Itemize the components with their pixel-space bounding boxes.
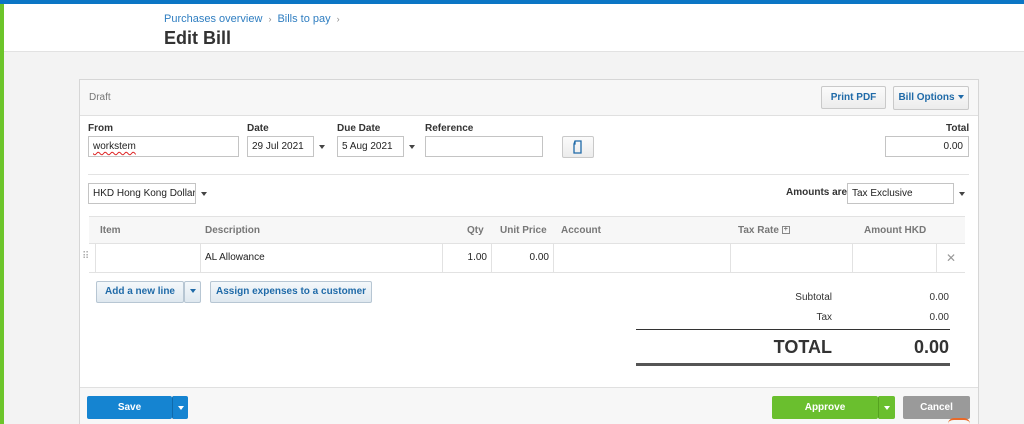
unit-price-cell[interactable]: 0.00: [491, 244, 553, 272]
tax-rate-header-label: Tax Rate: [738, 225, 779, 236]
breadcrumb-bills-to-pay[interactable]: Bills to pay: [277, 13, 330, 25]
from-value: workstem: [93, 141, 136, 152]
save-button[interactable]: Save: [87, 396, 172, 419]
column-header-account: Account: [561, 225, 601, 236]
attach-file-button[interactable]: [562, 136, 594, 158]
add-new-line-button[interactable]: Add a new line: [96, 281, 184, 303]
total-label: Total: [946, 123, 970, 134]
status-bar: Draft Print PDF Bill Options: [80, 80, 978, 116]
page-title: Edit Bill: [164, 28, 231, 48]
totals-divider: [636, 329, 950, 330]
close-icon[interactable]: ✕: [936, 244, 965, 272]
totals-double-rule: [636, 363, 950, 366]
left-accent-bar: [0, 4, 4, 424]
annotation-mark: [948, 418, 970, 424]
bill-options-label: Bill Options: [898, 92, 955, 103]
add-line-dropdown-button[interactable]: [184, 281, 201, 303]
chevron-down-icon: [189, 289, 196, 294]
breadcrumb-purchases-overview[interactable]: Purchases overview: [164, 13, 262, 25]
from-field[interactable]: workstem: [88, 136, 239, 157]
document-icon: [573, 140, 582, 154]
reference-field[interactable]: [425, 136, 543, 157]
description-cell[interactable]: AL Allowance: [200, 244, 442, 272]
due-date-field[interactable]: 5 Aug 2021: [337, 136, 419, 157]
column-header-item: Item: [100, 225, 121, 236]
subtotal-value: 0.00: [929, 292, 949, 303]
breadcrumb: Purchases overview › Bills to pay ›: [164, 13, 346, 25]
status-label: Draft: [89, 92, 111, 103]
grand-total-label: TOTAL: [773, 337, 832, 357]
date-label: Date: [247, 123, 269, 134]
drag-handle-icon[interactable]: ⠿: [82, 252, 89, 262]
cancel-button[interactable]: Cancel: [903, 396, 970, 419]
total-value: 0.00: [943, 141, 963, 152]
tax-mode-select[interactable]: Tax Exclusive: [847, 183, 969, 204]
action-footer: Save Approve Cancel: [80, 387, 978, 424]
tax-label: Tax: [816, 312, 832, 323]
column-header-tax-rate: Tax Rate +: [738, 225, 790, 236]
print-pdf-button[interactable]: Print PDF: [821, 86, 886, 109]
grand-total-value: 0.00: [913, 337, 949, 357]
column-header-amount: Amount HKD: [864, 225, 927, 236]
currency-select[interactable]: HKD Hong Kong Dollar: [88, 183, 211, 204]
date-field[interactable]: 29 Jul 2021: [247, 136, 329, 157]
approve-button[interactable]: Approve: [772, 396, 878, 419]
account-cell[interactable]: [553, 244, 730, 272]
currency-value: HKD Hong Kong Dollar: [93, 188, 196, 199]
tax-value: 0.00: [929, 312, 949, 323]
plus-icon[interactable]: +: [781, 226, 790, 235]
subtotal-label: Subtotal: [795, 292, 832, 303]
approve-dropdown-button[interactable]: [878, 396, 895, 419]
due-date-value: 5 Aug 2021: [342, 141, 393, 152]
amount-cell[interactable]: [852, 244, 936, 272]
bill-editor-panel: Draft Print PDF Bill Options From Date D…: [79, 79, 979, 424]
chevron-down-icon[interactable]: [403, 136, 419, 157]
chevron-right-icon: ›: [336, 14, 340, 24]
divider: [88, 174, 969, 175]
column-header-qty: Qty: [467, 225, 484, 236]
total-field[interactable]: 0.00: [885, 136, 969, 157]
chevron-down-icon: [177, 406, 184, 410]
bill-options-button[interactable]: Bill Options: [893, 86, 969, 110]
column-header-unit-price: Unit Price: [500, 225, 547, 236]
column-header-description: Description: [205, 225, 261, 236]
from-label: From: [88, 123, 113, 134]
save-dropdown-button[interactable]: [172, 396, 188, 419]
chevron-down-icon: [884, 406, 890, 410]
chevron-down-icon: [957, 95, 964, 100]
chevron-down-icon[interactable]: [313, 136, 329, 157]
tax-mode-value: Tax Exclusive: [852, 188, 913, 199]
qty-cell[interactable]: 1.00: [442, 244, 491, 272]
line-items-header: Item Description Qty Unit Price Account …: [89, 216, 965, 244]
assign-expenses-button[interactable]: Assign expenses to a customer: [210, 281, 372, 303]
chevron-down-icon[interactable]: [195, 183, 211, 204]
tax-rate-cell[interactable]: [730, 244, 852, 272]
due-date-label: Due Date: [337, 123, 381, 134]
reference-label: Reference: [425, 123, 474, 134]
page-header: Purchases overview › Bills to pay › Edit Bi…: [4, 4, 1024, 52]
item-cell[interactable]: [95, 244, 200, 272]
amounts-are-label: Amounts are: [786, 187, 848, 198]
chevron-down-icon[interactable]: [953, 183, 969, 204]
table-row: ⠿ AL Allowance 1.00 0.00 ✕: [82, 244, 965, 273]
date-value: 29 Jul 2021: [252, 141, 304, 152]
chevron-right-icon: ›: [268, 14, 272, 24]
